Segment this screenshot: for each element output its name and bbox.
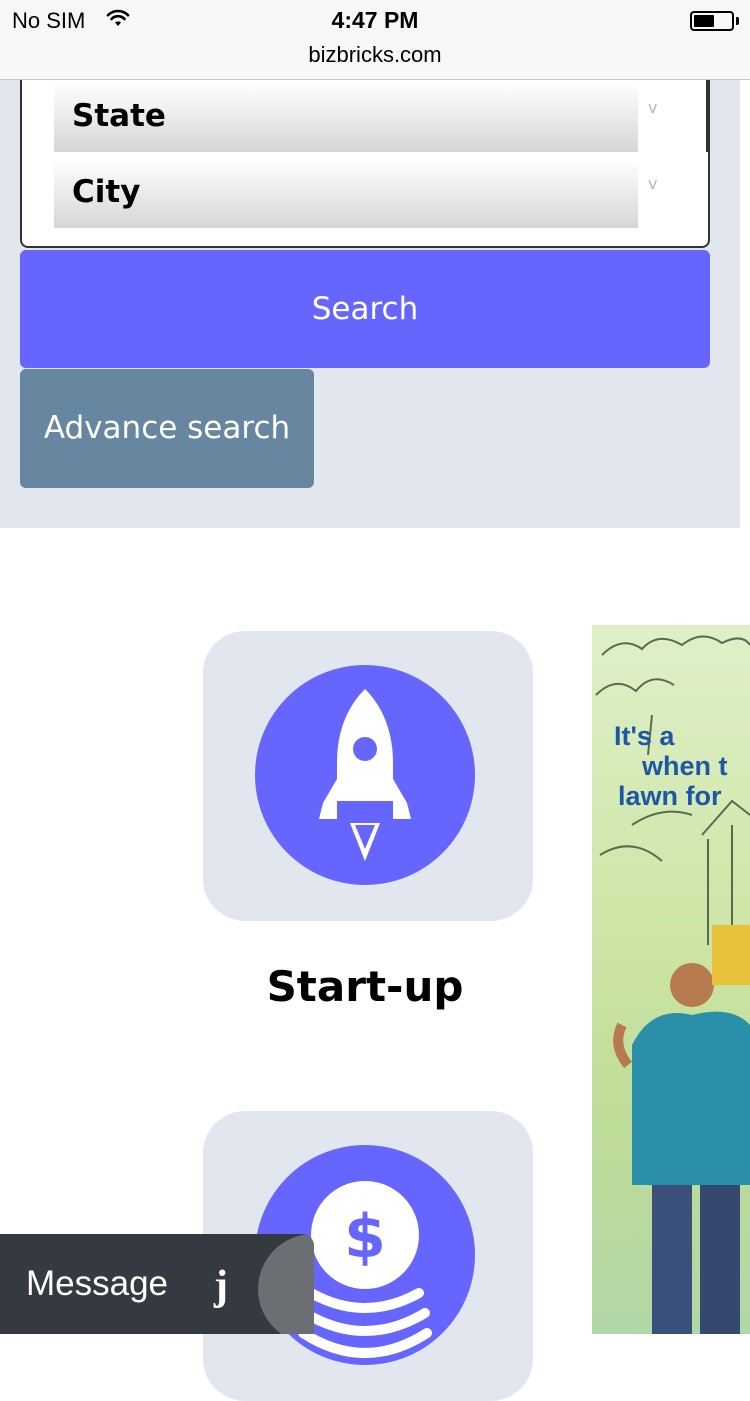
search-panel: State v City v Search Advance search xyxy=(0,80,740,528)
ad-text-line-2: when t xyxy=(642,751,728,781)
battery-icon xyxy=(690,11,734,31)
battery-level xyxy=(694,15,714,27)
city-select-label: City xyxy=(72,174,141,210)
state-chevron-down-icon[interactable]: v xyxy=(648,98,657,117)
state-select-label: State xyxy=(72,98,166,134)
status-bar: No SIM 4:47 PM xyxy=(0,0,750,40)
ad-text-line-3: lawn for xyxy=(618,781,722,811)
clock: 4:47 PM xyxy=(331,7,419,33)
rocket-icon xyxy=(319,689,411,861)
scrollbar[interactable] xyxy=(706,80,710,152)
url-text[interactable]: bizbricks.com xyxy=(0,42,750,68)
message-label[interactable]: Message xyxy=(26,1264,168,1304)
ad-text-line-1: It's a xyxy=(614,721,675,751)
startup-category-card[interactable] xyxy=(203,631,533,921)
startup-category-label[interactable]: Start-up xyxy=(200,962,530,1011)
chat-logo-icon[interactable]: j xyxy=(214,1262,228,1310)
search-button[interactable]: Search xyxy=(20,250,710,368)
state-select[interactable]: State xyxy=(54,86,638,152)
svg-text:$: $ xyxy=(344,1202,386,1272)
chat-bubble[interactable] xyxy=(258,1234,314,1334)
city-select[interactable]: City xyxy=(54,162,638,228)
city-chevron-down-icon[interactable]: v xyxy=(648,174,657,193)
battery-cap xyxy=(736,17,739,25)
startup-icon-circle xyxy=(255,665,475,885)
advance-search-button[interactable]: Advance search xyxy=(20,369,314,488)
location-form: State v City v xyxy=(20,80,710,248)
address-bar[interactable]: bizbricks.com xyxy=(0,40,750,80)
advertisement-banner[interactable]: It's a when t lawn for xyxy=(592,625,750,1334)
message-bar[interactable]: Message j xyxy=(0,1234,314,1334)
